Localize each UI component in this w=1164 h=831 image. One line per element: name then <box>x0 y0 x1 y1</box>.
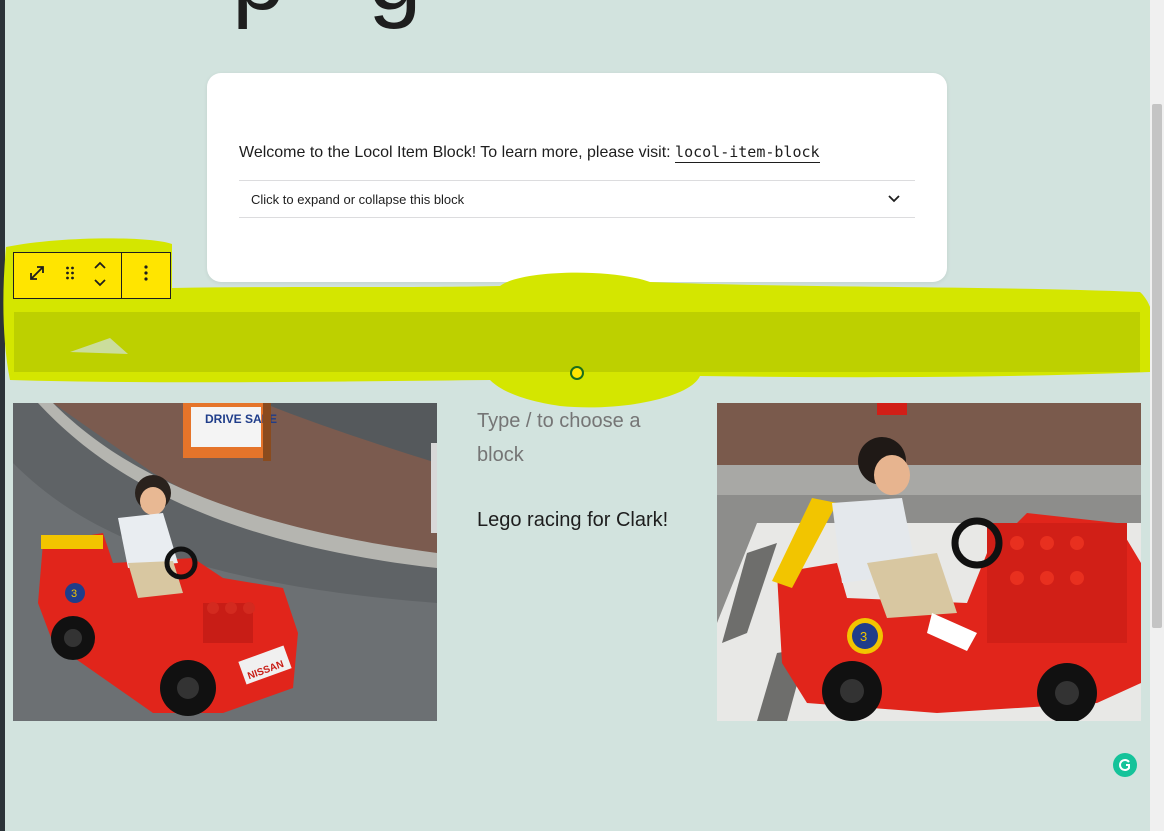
expand-icon <box>28 264 46 287</box>
lego-car-photo-left: DRIVE SAFE NISSAN 3 <box>13 403 437 721</box>
more-options-icon <box>143 264 149 287</box>
photo-right[interactable]: 3 <box>717 403 1141 721</box>
block-toolbar <box>13 252 171 299</box>
svg-text:3: 3 <box>860 629 867 644</box>
lego-car-photo-right: 3 <box>717 403 1141 721</box>
block-inserter-dot[interactable] <box>570 366 584 380</box>
move-up-icon[interactable] <box>93 258 107 276</box>
svg-text:3: 3 <box>71 588 77 600</box>
drag-handle-icon <box>65 265 75 286</box>
more-options-button[interactable] <box>122 253 170 298</box>
paragraph-caption[interactable]: Lego racing for Clark! <box>477 504 668 536</box>
drag-handle-button[interactable] <box>60 253 80 298</box>
scrollbar-thumb[interactable] <box>1152 104 1162 628</box>
grammarly-icon[interactable] <box>1113 753 1137 777</box>
expand-button[interactable] <box>14 253 60 298</box>
photo-left[interactable]: DRIVE SAFE NISSAN 3 <box>13 403 437 721</box>
move-down-icon[interactable] <box>93 276 107 294</box>
move-buttons <box>80 253 122 298</box>
block-placeholder[interactable]: Type / to choose a block <box>477 404 677 472</box>
